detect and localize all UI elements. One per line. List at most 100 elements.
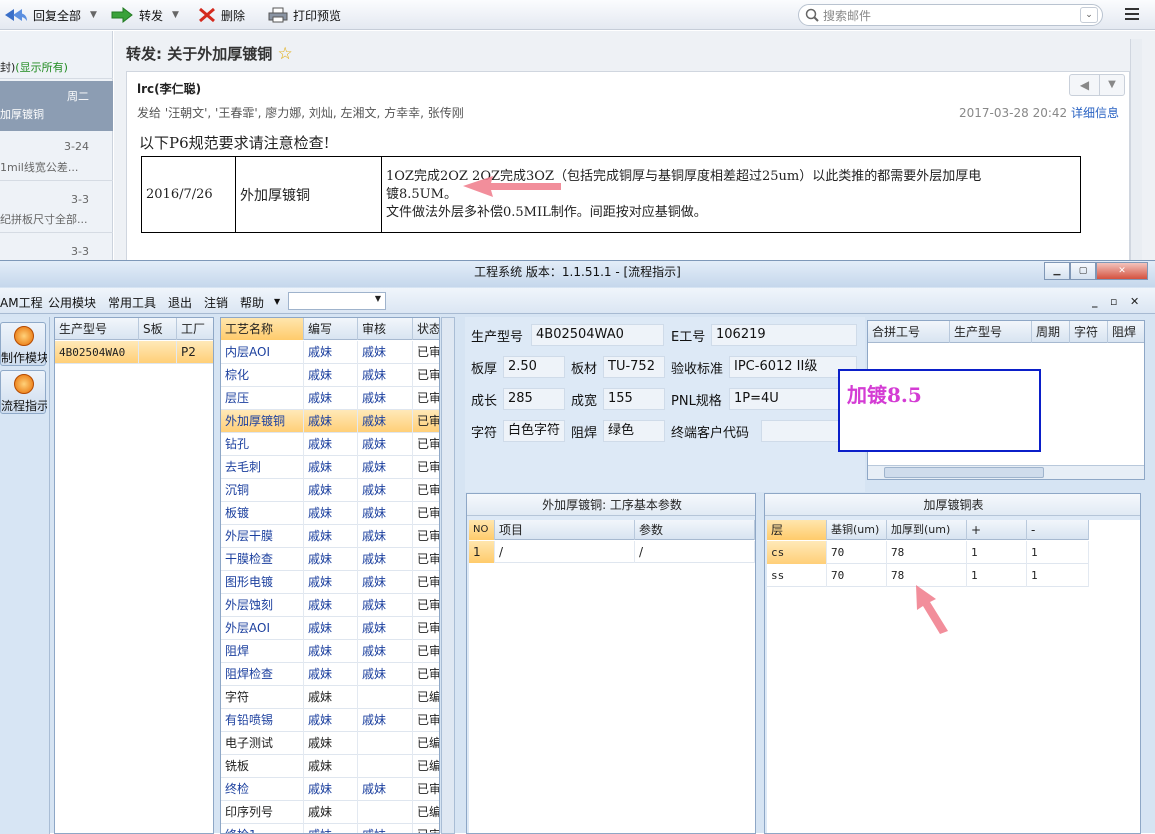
column-header[interactable]: - [1027, 520, 1089, 540]
menu-combo-select[interactable]: ▼ [288, 292, 386, 310]
column-header[interactable]: 周期 [1032, 321, 1070, 343]
column-header[interactable]: 合拼工号 [868, 321, 950, 343]
list-item[interactable]: 3-3 [0, 239, 113, 259]
cell-process: 沉铜 [221, 479, 304, 502]
table-row[interactable]: 1 / / [469, 541, 755, 563]
maximize-button[interactable]: ▢ [1070, 262, 1096, 280]
star-icon[interactable]: ☆ [277, 44, 292, 64]
table-row[interactable]: 板镀 戚妹 戚妹 已审 [221, 502, 439, 525]
table-row[interactable]: 去毛刺 戚妹 戚妹 已审 [221, 456, 439, 479]
table-row[interactable]: 印序列号 戚妹 已编 [221, 801, 439, 824]
table-row[interactable]: 钻孔 戚妹 戚妹 已审 [221, 433, 439, 456]
minimize-button[interactable]: ▁ [1044, 262, 1070, 280]
table-row[interactable]: 内层AOI 戚妹 戚妹 已审 [221, 341, 439, 364]
forward-button[interactable]: 转发 ▼ [110, 5, 179, 25]
reply-icon[interactable]: ◀ [1070, 75, 1100, 95]
menu-item-exit[interactable]: 退出 [168, 294, 192, 311]
column-header[interactable]: 层 [767, 520, 827, 540]
table-row[interactable]: 终检 戚妹 戚妹 已审 [221, 778, 439, 801]
column-header[interactable]: 阻焊 [1108, 321, 1144, 343]
mdi-close-button[interactable]: ✕ [1130, 295, 1139, 308]
table-row[interactable]: 外层干膜 戚妹 戚妹 已审 [221, 525, 439, 548]
list-item[interactable]: 3-24 1mil线宽公差... [0, 135, 113, 181]
reply-all-button[interactable]: 回复全部 ▼ [2, 5, 97, 25]
table-row[interactable]: 字符 戚妹 已编 [221, 686, 439, 709]
material-field[interactable]: TU-752 [603, 356, 665, 378]
params-grid: NO 项目 参数 1 / / [469, 520, 755, 833]
table-row[interactable]: 外层蚀刻 戚妹 戚妹 已审 [221, 594, 439, 617]
cell-reviewer: 戚妹 [358, 640, 413, 663]
mdi-minimize-button[interactable]: _ [1092, 295, 1098, 308]
print-preview-button[interactable]: 打印预览 [268, 5, 341, 25]
menu-item-help[interactable]: 帮助 [240, 294, 264, 311]
menu-icon[interactable] [1124, 6, 1140, 22]
column-header[interactable]: 基铜(um) [827, 520, 887, 540]
cell-reviewer: 戚妹 [358, 548, 413, 571]
eno-field[interactable]: 106219 [711, 324, 857, 346]
chevron-down-icon[interactable]: ⌄ [1080, 7, 1098, 23]
menu-item-am[interactable]: AM工程 [0, 294, 43, 311]
table-row[interactable]: 有铅喷锡 戚妹 戚妹 已审 [221, 709, 439, 732]
column-header[interactable]: 审核 [358, 318, 413, 340]
table-row[interactable]: 干膜检查 戚妹 戚妹 已审 [221, 548, 439, 571]
table-row[interactable]: 外层AOI 戚妹 戚妹 已审 [221, 617, 439, 640]
mdi-restore-button[interactable]: ▫ [1110, 295, 1117, 308]
mail-list-header: 封)(显示所有) [0, 59, 113, 79]
search-input[interactable]: 搜索邮件 ⌄ [798, 4, 1103, 26]
cell-reviewer: 戚妹 [358, 479, 413, 502]
column-header[interactable]: 加厚到(um) [887, 520, 967, 540]
column-header[interactable]: 项目 [495, 520, 635, 540]
scrollbar[interactable] [1130, 39, 1142, 261]
column-header[interactable]: 生产型号 [55, 318, 139, 340]
chevron-down-icon[interactable]: ▼ [172, 10, 179, 20]
launcher-make-module[interactable]: 制作模块 [0, 322, 47, 366]
soldermask-field[interactable]: 绿色 [603, 420, 665, 442]
column-header[interactable]: 生产型号 [950, 321, 1032, 343]
menu-item-logout[interactable]: 注销 [204, 294, 228, 311]
column-header[interactable]: + [967, 520, 1027, 540]
mail-list: 封)(显示所有) 周二 加厚镀铜 3-24 1mil线宽公差... 3-3 纪拼… [0, 31, 113, 260]
launcher-flow-indicator[interactable]: 流程指示 [0, 370, 47, 414]
length-field[interactable]: 285 [503, 388, 565, 410]
table-row[interactable]: cs 70 78 1 1 [767, 541, 1089, 564]
table-row[interactable]: 层压 戚妹 戚妹 已审 [221, 387, 439, 410]
column-header[interactable]: 参数 [635, 520, 755, 540]
table-row[interactable]: 阻焊检查 戚妹 戚妹 已审 [221, 663, 439, 686]
list-item[interactable]: 3-3 纪拼板尺寸全部... [0, 187, 113, 233]
column-header[interactable]: NO [469, 520, 495, 540]
column-header[interactable]: 字符 [1070, 321, 1108, 343]
chevron-down-icon[interactable]: ▼ [274, 297, 280, 306]
menu-item-common-module[interactable]: 公用模块 [48, 294, 96, 311]
column-header[interactable]: 状态 [413, 318, 439, 340]
model-field[interactable]: 4B02504WA0 [531, 324, 664, 346]
column-header[interactable]: 编写 [304, 318, 358, 340]
table-row[interactable]: 铣板 戚妹 已编 [221, 755, 439, 778]
vertical-splitter[interactable] [441, 317, 455, 834]
column-header[interactable]: S板 [139, 318, 177, 340]
table-row[interactable]: 阻焊 戚妹 戚妹 已审 [221, 640, 439, 663]
scrollbar-thumb[interactable] [884, 467, 1044, 478]
show-all-link[interactable]: (显示所有) [15, 61, 68, 74]
character-field[interactable]: 白色字符 [503, 420, 565, 442]
table-row[interactable]: 沉铜 戚妹 戚妹 已审 [221, 479, 439, 502]
cell-process: 棕化 [221, 364, 304, 387]
table-row[interactable]: 电子测试 戚妹 已编 [221, 732, 439, 755]
width-field[interactable]: 155 [603, 388, 665, 410]
table-row[interactable]: 图形电镀 戚妹 戚妹 已审 [221, 571, 439, 594]
column-header[interactable]: 工厂 [177, 318, 213, 340]
delete-button[interactable]: 删除 [198, 5, 245, 25]
chevron-down-icon[interactable]: ▼ [90, 10, 97, 20]
thickness-field[interactable]: 2.50 [503, 356, 565, 378]
column-header[interactable]: 工艺名称 [221, 318, 304, 340]
horizontal-scrollbar[interactable] [868, 465, 1144, 479]
chevron-down-icon[interactable]: ▼ [1100, 75, 1124, 95]
mail-sender[interactable]: lrc(李仁聪) [137, 80, 201, 97]
list-item[interactable]: 周二 加厚镀铜 [0, 81, 113, 131]
table-row[interactable]: 棕化 戚妹 戚妹 已审 [221, 364, 439, 387]
table-row[interactable]: 外加厚镀铜 戚妹 戚妹 已审 [221, 410, 439, 433]
table-row[interactable]: 4B02504WA0 P2 [55, 341, 213, 364]
close-button[interactable]: ✕ [1096, 262, 1148, 280]
details-link[interactable]: 详细信息 [1071, 106, 1119, 120]
menu-item-tools[interactable]: 常用工具 [108, 294, 156, 311]
cell-author: 戚妹 [304, 709, 358, 732]
